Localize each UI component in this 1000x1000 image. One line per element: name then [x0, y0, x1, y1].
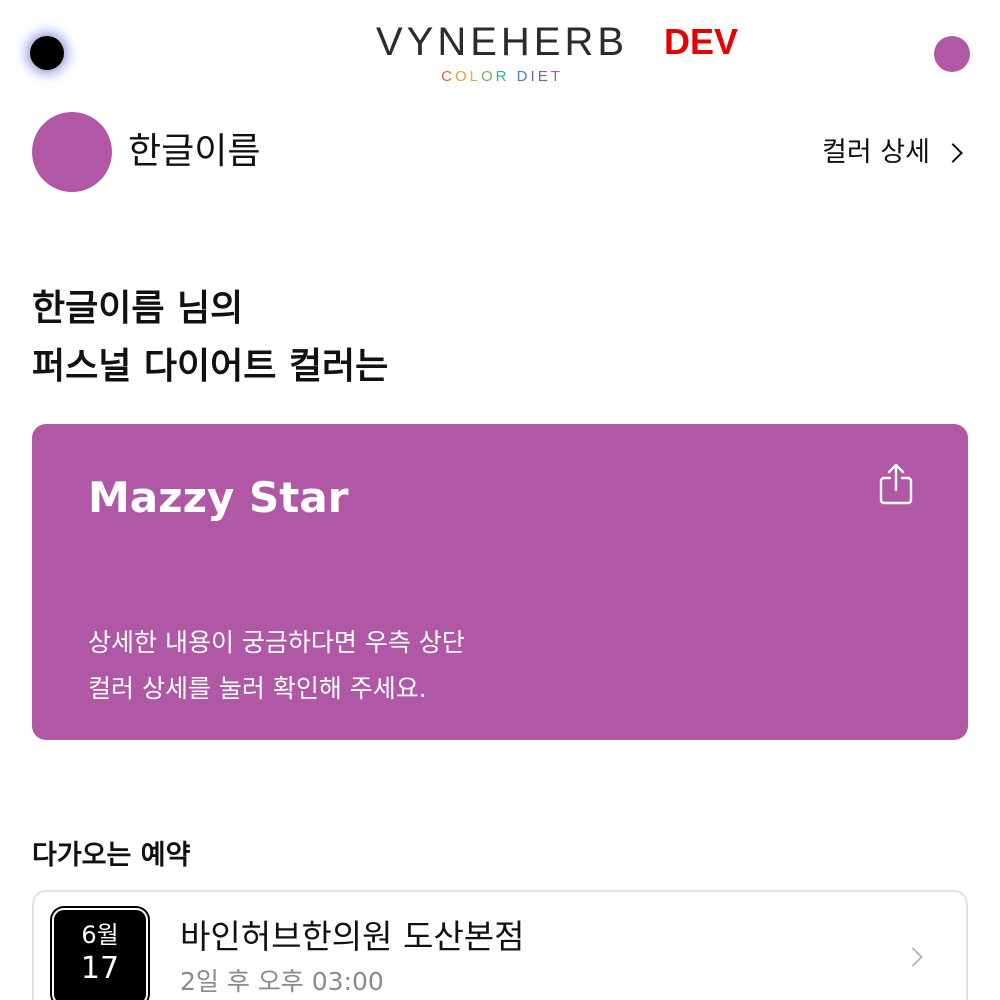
- user-name: 한글이름: [128, 131, 261, 172]
- logo-tagline-letter: D: [516, 68, 531, 85]
- color-card-description: 상세한 내용이 궁금하다면 우측 상단 컬러 상세를 눌러 확인해 주세요.: [88, 620, 465, 712]
- brand-logo: VYNEHERB COLOR DIET: [362, 18, 642, 86]
- logo-tagline-letter: O: [480, 68, 496, 85]
- chevron-right-icon: [903, 947, 923, 967]
- headline-line-2: 퍼스널 다이어트 컬러는: [32, 346, 389, 387]
- logo-tagline-letter: L: [469, 68, 481, 85]
- logo-tagline-letter: T: [550, 68, 563, 85]
- env-badge: DEV: [664, 21, 739, 62]
- menu-button[interactable]: [30, 36, 64, 70]
- logo-tagline: COLOR DIET: [362, 68, 642, 86]
- headline-line-1: 한글이름 님의: [32, 288, 244, 329]
- logo-tagline-letter: I: [530, 68, 538, 85]
- share-icon[interactable]: [878, 462, 914, 506]
- upcoming-reservations-title: 다가오는 예약: [32, 840, 191, 871]
- logo-tagline-letter: C: [441, 68, 455, 85]
- reservation-time: 2일 후 오후 03:00: [180, 967, 384, 996]
- logo-tagline-letter: E: [537, 68, 551, 85]
- color-detail-link[interactable]: 컬러 상세: [822, 136, 963, 170]
- reservation-month: 6월: [81, 921, 119, 949]
- reservation-list-item[interactable]: 6월 17 바인허브한의원 도산본점 2일 후 오후 03:00: [32, 890, 968, 1000]
- color-name: Mazzy Star: [88, 473, 349, 522]
- personal-color-card: Mazzy Star 상세한 내용이 궁금하다면 우측 상단 컬러 상세를 눌러…: [32, 424, 968, 740]
- description-line-1: 상세한 내용이 궁금하다면 우측 상단: [88, 628, 465, 657]
- reservation-day: 17: [80, 951, 120, 986]
- app-screen: VYNEHERB COLOR DIET DEV 한글이름 컬러 상세 한글이름 …: [0, 0, 1000, 1000]
- profile-avatar-button[interactable]: [934, 36, 970, 72]
- reservation-clinic-name: 바인허브한의원 도산본점: [180, 917, 525, 956]
- user-color-avatar: [32, 112, 112, 192]
- logo-tagline-letter: R: [495, 68, 510, 85]
- description-line-2: 컬러 상세를 눌러 확인해 주세요.: [88, 674, 427, 703]
- color-detail-label: 컬러 상세: [822, 137, 930, 168]
- reservation-date-badge: 6월 17: [54, 910, 146, 1000]
- personal-color-headline: 한글이름 님의 퍼스널 다이어트 컬러는: [32, 280, 388, 396]
- chevron-right-icon: [943, 143, 963, 163]
- logo-tagline-letter: [510, 68, 517, 86]
- logo-tagline-letter: O: [454, 68, 470, 85]
- logo-wordmark: VYNEHERB: [375, 20, 629, 64]
